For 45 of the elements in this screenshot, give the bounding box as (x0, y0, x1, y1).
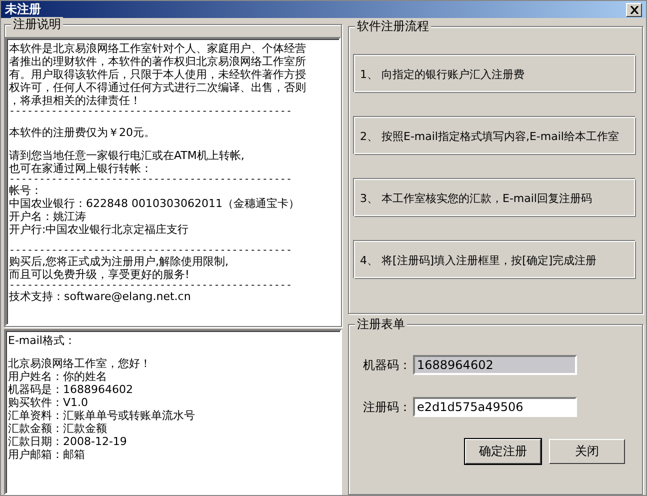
text-line: 权许可，任何人不得通过任何方式进行二次编译、出售，否则 (9, 81, 307, 94)
group-title: 注册表单 (355, 317, 407, 331)
field-label: 注册码： (362, 398, 411, 416)
dialog-button[interactable]: 确定注册 (465, 439, 541, 464)
dashed-rule: ----------------------------------------------- (9, 246, 293, 255)
text-line: 购买软件：V1.0 (8, 396, 90, 409)
text-line: 而且可以免费升级，享受更好的服务! (9, 268, 190, 281)
text-line: 用户姓名：你的姓名 (8, 370, 108, 383)
text-line: 有。用户取得该软件后，只限于本人使用，未经软件著作方授 (9, 68, 307, 81)
text-line: 帐号： (9, 184, 43, 197)
text-line: 开户行:中国农业银行北京定福庄支行 (9, 223, 190, 236)
text-line: 机器码是：1688964602 (8, 383, 134, 396)
input-field[interactable]: 1688964602 (413, 355, 577, 375)
window-title: 未注册 (5, 1, 41, 18)
group-title: 软件注册流程 (355, 19, 431, 33)
dialog-button[interactable]: 关闭 (549, 439, 625, 464)
text-line: 购买后,您将正式成为注册用户,解除使用限制, (9, 255, 230, 268)
dashed-rule: ----------------------------------------------- (9, 281, 293, 290)
field-label: 机器码： (362, 356, 411, 374)
text-area[interactable]: E-mail格式： 北京易浪网络工作室，您好！ 用户姓名：你的姓名 机器码是：1688964602 购买软件：V1.0 汇单资料：汇账单单号或转账单流水号 汇款金额：汇款金额 汇款日期：2008-12-19 用户邮箱：邮箱 (4, 329, 342, 495)
text-line: 请到您当地任意一家银行电汇或在ATM机上转帐, (9, 149, 246, 162)
step-text: 3、 本工作室核实您的汇款，E-mail回复注册码 (360, 190, 592, 206)
close-icon (630, 6, 638, 14)
text-line: 汇单资料：汇账单单号或转账单流水号 (8, 409, 196, 422)
input-field[interactable]: e2d1d575a49506 (413, 397, 577, 417)
text-line: 技术支持：software@elang.net.cn (9, 290, 192, 303)
text-line: 开户名：姚江涛 (9, 210, 87, 223)
dashed-rule: ----------------------------------------------- (9, 107, 293, 116)
text-line: 用户邮箱：邮箱 (8, 448, 86, 461)
step-text: 1、 向指定的银行账户汇入注册费 (360, 66, 524, 82)
close-button[interactable] (626, 2, 642, 16)
text-line: 也可在家通过网上银行转帐： (9, 162, 153, 175)
text-line: 汇款日期：2008-12-19 (8, 435, 128, 448)
text-line: E-mail格式： (8, 334, 76, 347)
step-text: 4、 将[注册码]填入注册框里，按[确定]完成注册 (360, 252, 597, 268)
text-line: ，将承担相关的法律责任！ (9, 94, 142, 107)
text-line: 中国农业银行：622848 0010303062011（金穗通宝卡） (9, 197, 300, 210)
text-line: 汇款金额：汇款金额 (8, 422, 108, 435)
text-line: 本软件的注册费仅为￥20元。 (9, 126, 156, 139)
group-title: 注册说明 (11, 17, 63, 31)
text-line: 北京易浪网络工作室，您好！ (8, 357, 152, 370)
text-line: 者推出的理财软件，本软件的著作权归北京易浪网络工作室所 (9, 55, 307, 68)
dashed-rule: ----------------------------------------------- (9, 175, 293, 184)
step-text: 2、 按照E-mail指定格式填写内容,E-mail给本工作室 (360, 128, 619, 144)
text-line: 本软件是北京易浪网络工作室针对个人、家庭用户、个体经营 (9, 42, 307, 55)
